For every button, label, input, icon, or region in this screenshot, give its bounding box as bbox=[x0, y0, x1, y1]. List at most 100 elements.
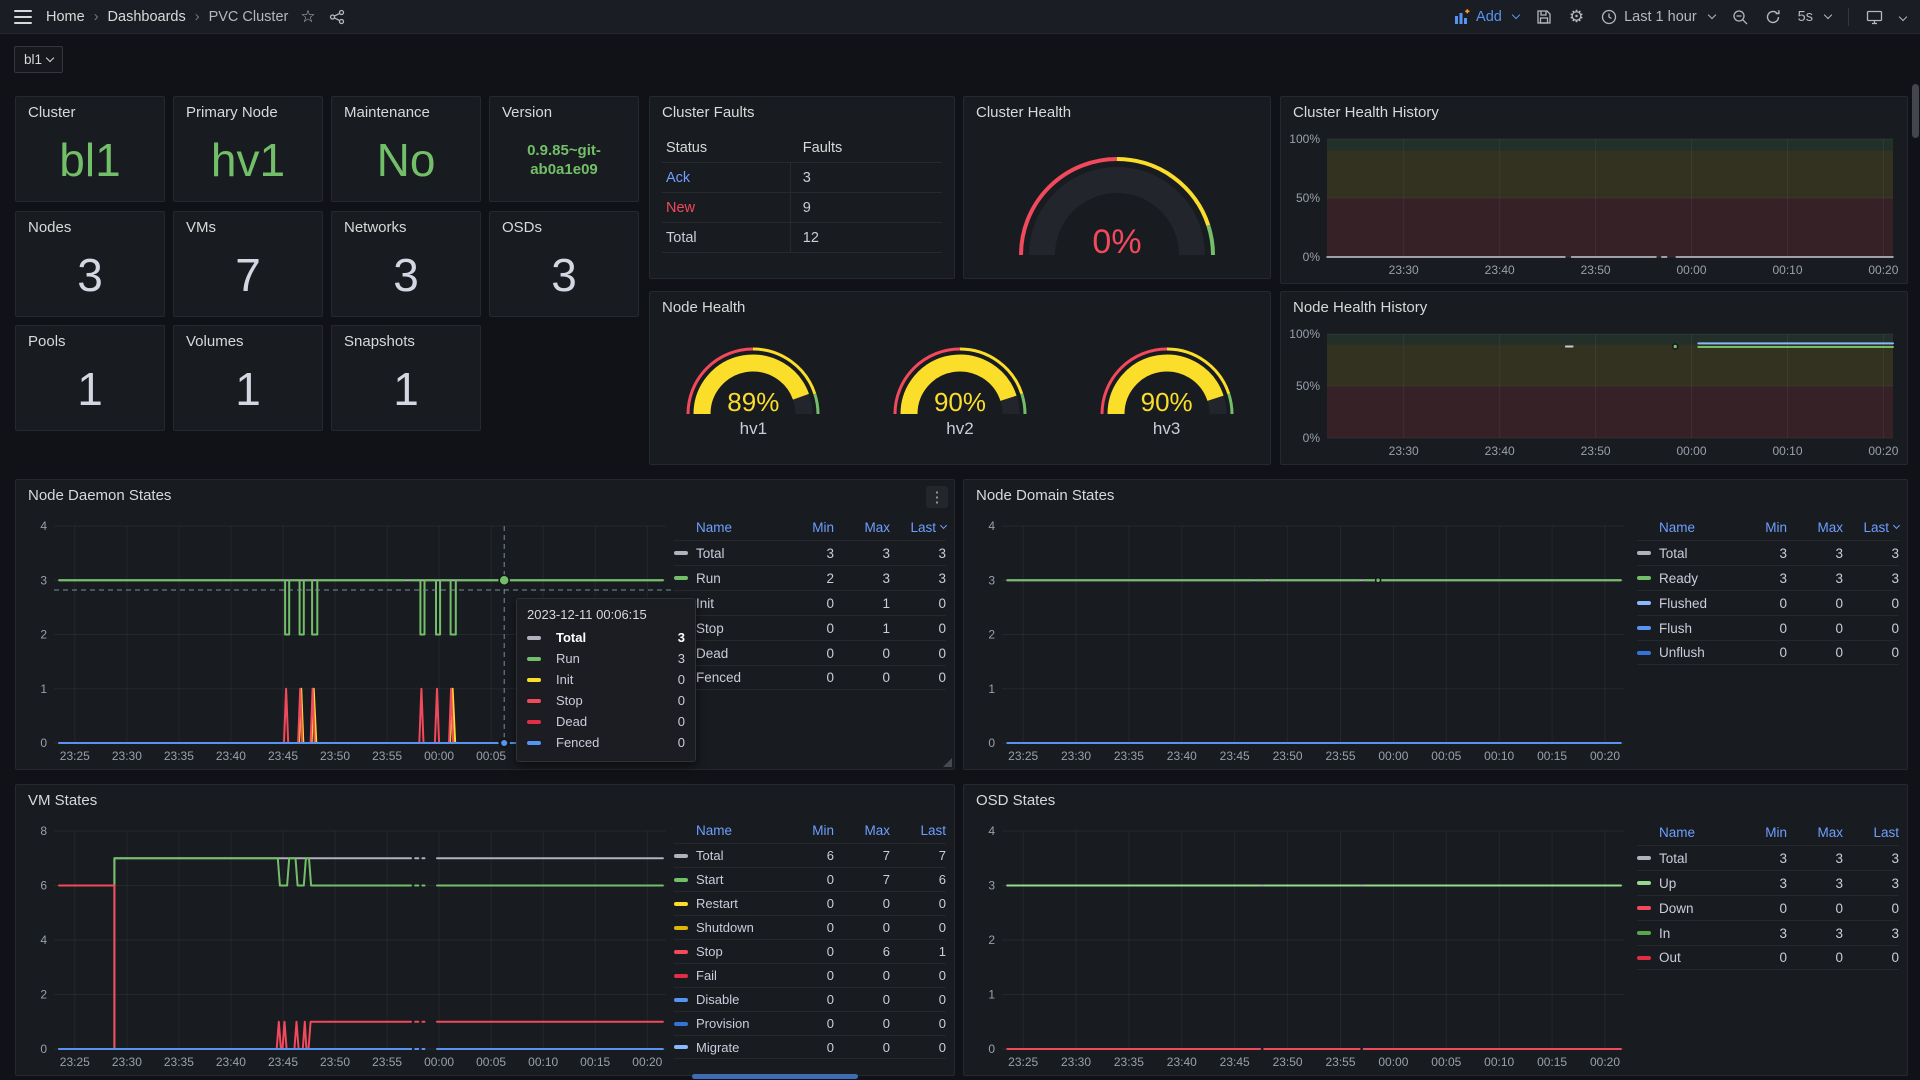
save-dashboard-icon[interactable] bbox=[1536, 9, 1552, 25]
series-name[interactable]: Flushed bbox=[1659, 596, 1731, 611]
series-name[interactable]: Unflush bbox=[1659, 645, 1731, 660]
legend-col-max[interactable]: Max bbox=[1787, 825, 1843, 840]
legend-col-max[interactable]: Max bbox=[834, 520, 890, 535]
panel-title[interactable]: Cluster bbox=[28, 104, 76, 121]
legend-col-last[interactable]: Last bbox=[890, 823, 946, 838]
series-name[interactable]: Stop bbox=[696, 621, 778, 636]
legend-col-last[interactable]: Last bbox=[1843, 825, 1899, 840]
column-header[interactable]: Faults bbox=[791, 140, 942, 156]
panel-title[interactable]: VM States bbox=[28, 792, 97, 809]
series-name[interactable]: Fail bbox=[696, 968, 778, 983]
zoom-out-icon[interactable] bbox=[1732, 9, 1748, 25]
legend-row: Out000 bbox=[1637, 945, 1899, 970]
series-name[interactable]: Fenced bbox=[696, 670, 778, 685]
panel-resize-handle[interactable] bbox=[943, 758, 952, 767]
series-name[interactable]: Migrate bbox=[696, 1040, 778, 1055]
dashboard-settings-icon[interactable]: ⚙ bbox=[1569, 7, 1584, 27]
stat-value: 0.9.85~git- ab0a1e09 bbox=[490, 127, 638, 195]
series-swatch bbox=[674, 1022, 688, 1026]
svg-text:00:00: 00:00 bbox=[1378, 749, 1408, 763]
legend-col-name[interactable]: Name bbox=[674, 520, 778, 535]
legend-col-min[interactable]: Min bbox=[778, 823, 834, 838]
hamburger-menu-icon[interactable] bbox=[14, 10, 32, 24]
series-name[interactable]: Provision bbox=[696, 1016, 778, 1031]
panel-title[interactable]: Pools bbox=[28, 333, 66, 350]
legend-col-max[interactable]: Max bbox=[834, 823, 890, 838]
legend-col-name[interactable]: Name bbox=[1637, 520, 1731, 535]
panel-title[interactable]: Version bbox=[502, 104, 552, 121]
time-range-picker[interactable]: Last 1 hour bbox=[1601, 9, 1715, 25]
panel-title[interactable]: Volumes bbox=[186, 333, 244, 350]
series-name[interactable]: Disable bbox=[696, 992, 778, 1007]
column-header[interactable]: Status bbox=[662, 133, 791, 162]
svg-text:3: 3 bbox=[988, 879, 995, 893]
legend-col-name[interactable]: Name bbox=[1637, 825, 1731, 840]
node-health-history-chart[interactable]: 23:3023:4023:5000:0000:1000:200%50%100% bbox=[1287, 324, 1901, 460]
panel-title[interactable]: Node Health History bbox=[1293, 299, 1427, 316]
series-name[interactable]: Run bbox=[696, 571, 778, 586]
series-name[interactable]: Total bbox=[1659, 546, 1731, 561]
panel-title[interactable]: OSDs bbox=[502, 219, 542, 236]
vertical-scrollbar-thumb[interactable] bbox=[1912, 84, 1919, 138]
series-name[interactable]: Flush bbox=[1659, 621, 1731, 636]
series-name[interactable]: Stop bbox=[696, 944, 778, 959]
panel-title[interactable]: Node Daemon States bbox=[28, 487, 171, 504]
panel-title[interactable]: Cluster Health History bbox=[1293, 104, 1439, 121]
series-name[interactable]: In bbox=[1659, 926, 1731, 941]
legend-col-max[interactable]: Max bbox=[1787, 520, 1843, 535]
panel-menu-icon[interactable]: ⋮ bbox=[926, 486, 948, 508]
series-name[interactable]: Start bbox=[696, 872, 778, 887]
panel-title[interactable]: Nodes bbox=[28, 219, 71, 236]
series-name[interactable]: Total bbox=[1659, 851, 1731, 866]
breadcrumb-dashboards[interactable]: Dashboards bbox=[108, 9, 186, 25]
vm-states-chart[interactable]: 23:2523:3023:3523:4023:4523:5023:5500:00… bbox=[24, 821, 674, 1071]
series-name[interactable]: Restart bbox=[696, 896, 778, 911]
osd-states-chart[interactable]: 23:2523:3023:3523:4023:4523:5023:5500:00… bbox=[972, 821, 1632, 1071]
legend-last: 0 bbox=[890, 992, 946, 1007]
series-name[interactable]: Init bbox=[696, 596, 778, 611]
panel-title[interactable]: Maintenance bbox=[344, 104, 430, 121]
add-button[interactable]: Add bbox=[1454, 9, 1519, 25]
legend-col-min[interactable]: Min bbox=[1731, 520, 1787, 535]
favorite-star-icon[interactable]: ☆ bbox=[300, 7, 315, 27]
legend-col-last[interactable]: Last bbox=[890, 520, 946, 535]
cluster-variable-dropdown[interactable]: bl1 bbox=[14, 46, 63, 73]
panel-title[interactable]: Networks bbox=[344, 219, 407, 236]
toolbar-more-chevron[interactable] bbox=[1900, 14, 1906, 20]
svg-text:00:10: 00:10 bbox=[1772, 444, 1802, 458]
series-name[interactable]: Total bbox=[696, 546, 778, 561]
legend-col-min[interactable]: Min bbox=[778, 520, 834, 535]
panel-title[interactable]: Cluster Health bbox=[976, 104, 1071, 121]
horizontal-scrollbar-thumb[interactable] bbox=[692, 1074, 858, 1079]
refresh-icon[interactable] bbox=[1765, 9, 1781, 25]
tv-mode-icon[interactable] bbox=[1866, 9, 1883, 25]
panel-title[interactable]: Node Domain States bbox=[976, 487, 1114, 504]
panel-title[interactable]: Primary Node bbox=[186, 104, 278, 121]
series-name[interactable]: Out bbox=[1659, 950, 1731, 965]
breadcrumb-current[interactable]: PVC Cluster bbox=[209, 9, 289, 25]
panel-title[interactable]: Cluster Faults bbox=[662, 104, 755, 121]
share-icon[interactable] bbox=[329, 9, 345, 25]
refresh-interval-picker[interactable]: 5s bbox=[1798, 9, 1831, 25]
stat-panel-primary-node: Primary Node hv1 bbox=[173, 96, 323, 202]
series-name[interactable]: Shutdown bbox=[696, 920, 778, 935]
fault-status-link[interactable]: New bbox=[666, 200, 695, 216]
panel-title[interactable]: Node Health bbox=[662, 299, 745, 316]
panel-title[interactable]: OSD States bbox=[976, 792, 1055, 809]
series-name[interactable]: Down bbox=[1659, 901, 1731, 916]
fault-status-link[interactable]: Ack bbox=[666, 170, 690, 186]
breadcrumb-home[interactable]: Home bbox=[46, 9, 85, 25]
series-name[interactable]: Total bbox=[696, 848, 778, 863]
legend-col-name[interactable]: Name bbox=[674, 823, 778, 838]
series-name[interactable]: Up bbox=[1659, 876, 1731, 891]
series-name[interactable]: Dead bbox=[696, 646, 778, 661]
legend-row: Up333 bbox=[1637, 870, 1899, 895]
node-domain-states-chart[interactable]: 23:2523:3023:3523:4023:4523:5023:5500:00… bbox=[972, 516, 1632, 765]
svg-text:23:55: 23:55 bbox=[1325, 749, 1355, 763]
legend-col-last[interactable]: Last bbox=[1843, 520, 1899, 535]
panel-title[interactable]: VMs bbox=[186, 219, 216, 236]
panel-title[interactable]: Snapshots bbox=[344, 333, 415, 350]
legend-col-min[interactable]: Min bbox=[1731, 825, 1787, 840]
cluster-health-history-chart[interactable]: 23:3023:4023:5000:0000:1000:200%50%100% bbox=[1287, 129, 1901, 279]
series-name[interactable]: Ready bbox=[1659, 571, 1731, 586]
